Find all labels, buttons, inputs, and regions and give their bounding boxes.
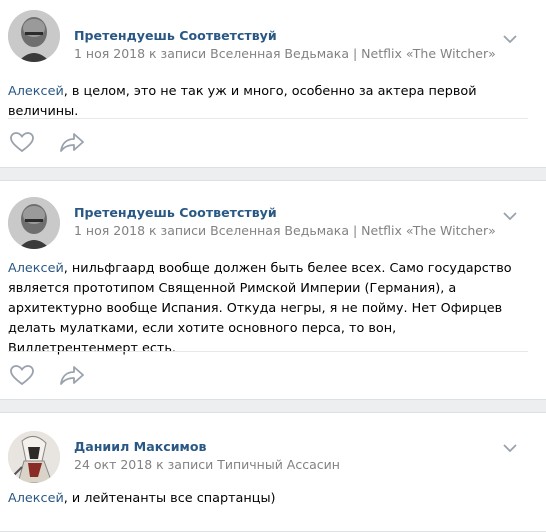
post-meta[interactable]: 24 окт 2018 к записи Типичный Ассасин — [74, 457, 340, 472]
author-name[interactable]: Претендуешь Соответствуй — [74, 205, 277, 220]
comment-body: , нильфгаард вообще должен быть белее вс… — [8, 261, 512, 356]
share-arrow-icon[interactable] — [58, 363, 86, 387]
comment-body: , в целом, это не так уж и много, особен… — [8, 84, 477, 119]
heart-icon[interactable] — [8, 130, 36, 154]
share-arrow-icon[interactable] — [58, 130, 86, 154]
heart-icon[interactable] — [8, 363, 36, 387]
mention-link[interactable]: Алексей — [8, 261, 64, 276]
chevron-down-icon[interactable] — [502, 211, 518, 221]
divider — [8, 118, 528, 119]
comment-text: Алексей, в целом, это не так уж и много,… — [8, 82, 528, 122]
author-name[interactable]: Даниил Максимов — [74, 439, 206, 454]
mention-link[interactable]: Алексей — [8, 491, 64, 506]
mention-link[interactable]: Алексей — [8, 84, 64, 99]
post-meta[interactable]: 1 ноя 2018 к записи Вселенная Ведьмака |… — [74, 223, 496, 238]
comment-body: , и лейтенанты все спартанцы) — [63, 491, 276, 506]
comment-post-1: Претендуешь Соответствуй 1 ноя 2018 к за… — [0, 0, 546, 168]
comment-post-2: Претендуешь Соответствуй 1 ноя 2018 к за… — [0, 180, 546, 400]
comment-post-3: Даниил Максимов 24 окт 2018 к записи Тип… — [0, 412, 546, 532]
avatar[interactable] — [8, 10, 60, 62]
avatar[interactable] — [8, 431, 60, 483]
comment-text: Алексей, нильфгаард вообще должен быть б… — [8, 259, 528, 359]
chevron-down-icon[interactable] — [502, 34, 518, 44]
avatar[interactable] — [8, 197, 60, 249]
comment-text: Алексей, и лейтенанты все спартанцы) — [8, 489, 528, 509]
chevron-down-icon[interactable] — [502, 443, 518, 453]
author-name[interactable]: Претендуешь Соответствуй — [74, 28, 277, 43]
post-meta[interactable]: 1 ноя 2018 к записи Вселенная Ведьмака |… — [74, 46, 496, 61]
divider — [8, 351, 528, 352]
